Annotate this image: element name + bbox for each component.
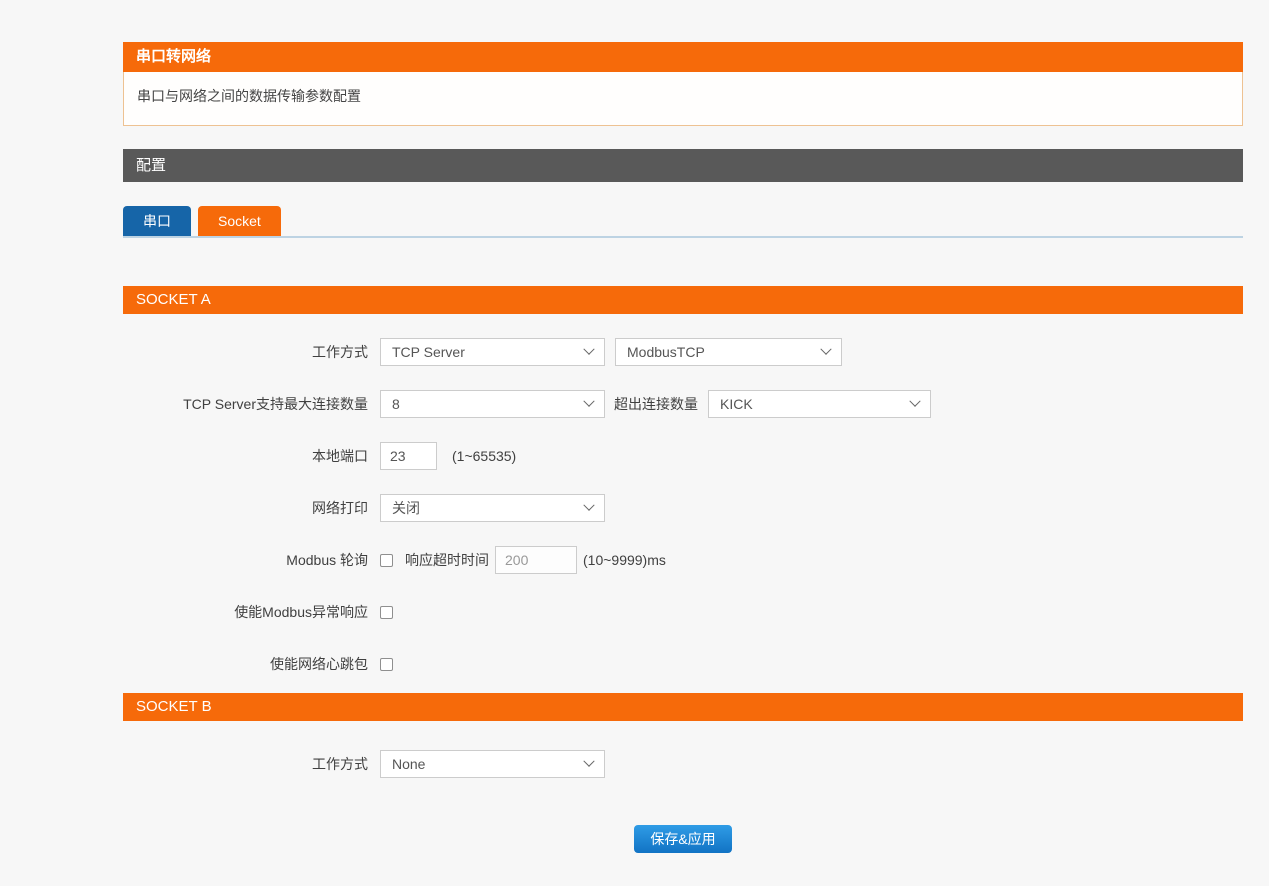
- local-port-label: 本地端口: [123, 446, 380, 466]
- work-mode-value: TCP Server: [392, 344, 465, 360]
- protocol-select[interactable]: ModbusTCP: [615, 338, 842, 366]
- protocol-value: ModbusTCP: [627, 344, 705, 360]
- config-section-header: 配置: [123, 149, 1243, 182]
- network-print-select[interactable]: 关闭: [380, 494, 605, 522]
- network-print-row: 网络打印 关闭: [123, 494, 1243, 522]
- modbus-poll-checkbox[interactable]: [380, 554, 393, 567]
- work-mode-label: 工作方式: [123, 342, 380, 362]
- modbus-exception-checkbox[interactable]: [380, 606, 393, 619]
- modbus-poll-label: Modbus 轮询: [123, 550, 380, 570]
- chevron-down-icon: [583, 756, 594, 767]
- tab-socket[interactable]: Socket: [198, 206, 281, 236]
- socket-b-work-mode-select[interactable]: None: [380, 750, 605, 778]
- network-print-value: 关闭: [392, 498, 420, 518]
- max-connections-value: 8: [392, 396, 400, 412]
- chevron-down-icon: [583, 344, 594, 355]
- max-connections-select[interactable]: 8: [380, 390, 605, 418]
- page-description: 串口与网络之间的数据传输参数配置: [123, 72, 1243, 126]
- chevron-down-icon: [909, 396, 920, 407]
- heartbeat-label: 使能网络心跳包: [123, 654, 380, 674]
- page-title: 串口转网络: [136, 48, 211, 65]
- socket-a-header: SOCKET A: [123, 286, 1243, 314]
- heartbeat-checkbox[interactable]: [380, 658, 393, 671]
- exceed-connections-select[interactable]: KICK: [708, 390, 931, 418]
- response-timeout-label: 响应超时时间: [405, 550, 489, 570]
- local-port-row: 本地端口 (1~65535): [123, 442, 1243, 470]
- max-connections-label: TCP Server支持最大连接数量: [123, 394, 380, 414]
- modbus-exception-label: 使能Modbus异常响应: [123, 602, 380, 622]
- chevron-down-icon: [583, 500, 594, 511]
- socket-b-work-mode-value: None: [392, 756, 425, 772]
- work-mode-select[interactable]: TCP Server: [380, 338, 605, 366]
- heartbeat-row: 使能网络心跳包: [123, 650, 1243, 678]
- save-apply-button[interactable]: 保存&应用: [634, 825, 731, 853]
- main-content: 串口转网络 串口与网络之间的数据传输参数配置 配置 串口 Socket SOCK…: [123, 42, 1243, 853]
- modbus-poll-row: Modbus 轮询 响应超时时间 (10~9999)ms: [123, 546, 1243, 574]
- tab-serial[interactable]: 串口: [123, 206, 191, 236]
- page-title-bar: 串口转网络: [123, 42, 1243, 72]
- response-timeout-range-hint: (10~9999)ms: [583, 552, 666, 568]
- network-print-label: 网络打印: [123, 498, 380, 518]
- tab-bar: 串口 Socket: [123, 206, 1243, 238]
- work-mode-row: 工作方式 TCP Server ModbusTCP: [123, 338, 1243, 366]
- chevron-down-icon: [583, 396, 594, 407]
- socket-b-header: SOCKET B: [123, 693, 1243, 721]
- local-port-input[interactable]: [380, 442, 437, 470]
- max-connections-row: TCP Server支持最大连接数量 8 超出连接数量 KICK: [123, 390, 1243, 418]
- exceed-connections-label: 超出连接数量: [614, 394, 698, 414]
- chevron-down-icon: [820, 344, 831, 355]
- socket-b-work-mode-label: 工作方式: [123, 754, 380, 774]
- save-button-row: 保存&应用: [123, 825, 1243, 853]
- response-timeout-input[interactable]: [495, 546, 577, 574]
- exceed-connections-value: KICK: [720, 396, 753, 412]
- socket-b-work-mode-row: 工作方式 None: [123, 750, 1243, 778]
- modbus-exception-row: 使能Modbus异常响应: [123, 598, 1243, 626]
- local-port-range-hint: (1~65535): [452, 448, 516, 464]
